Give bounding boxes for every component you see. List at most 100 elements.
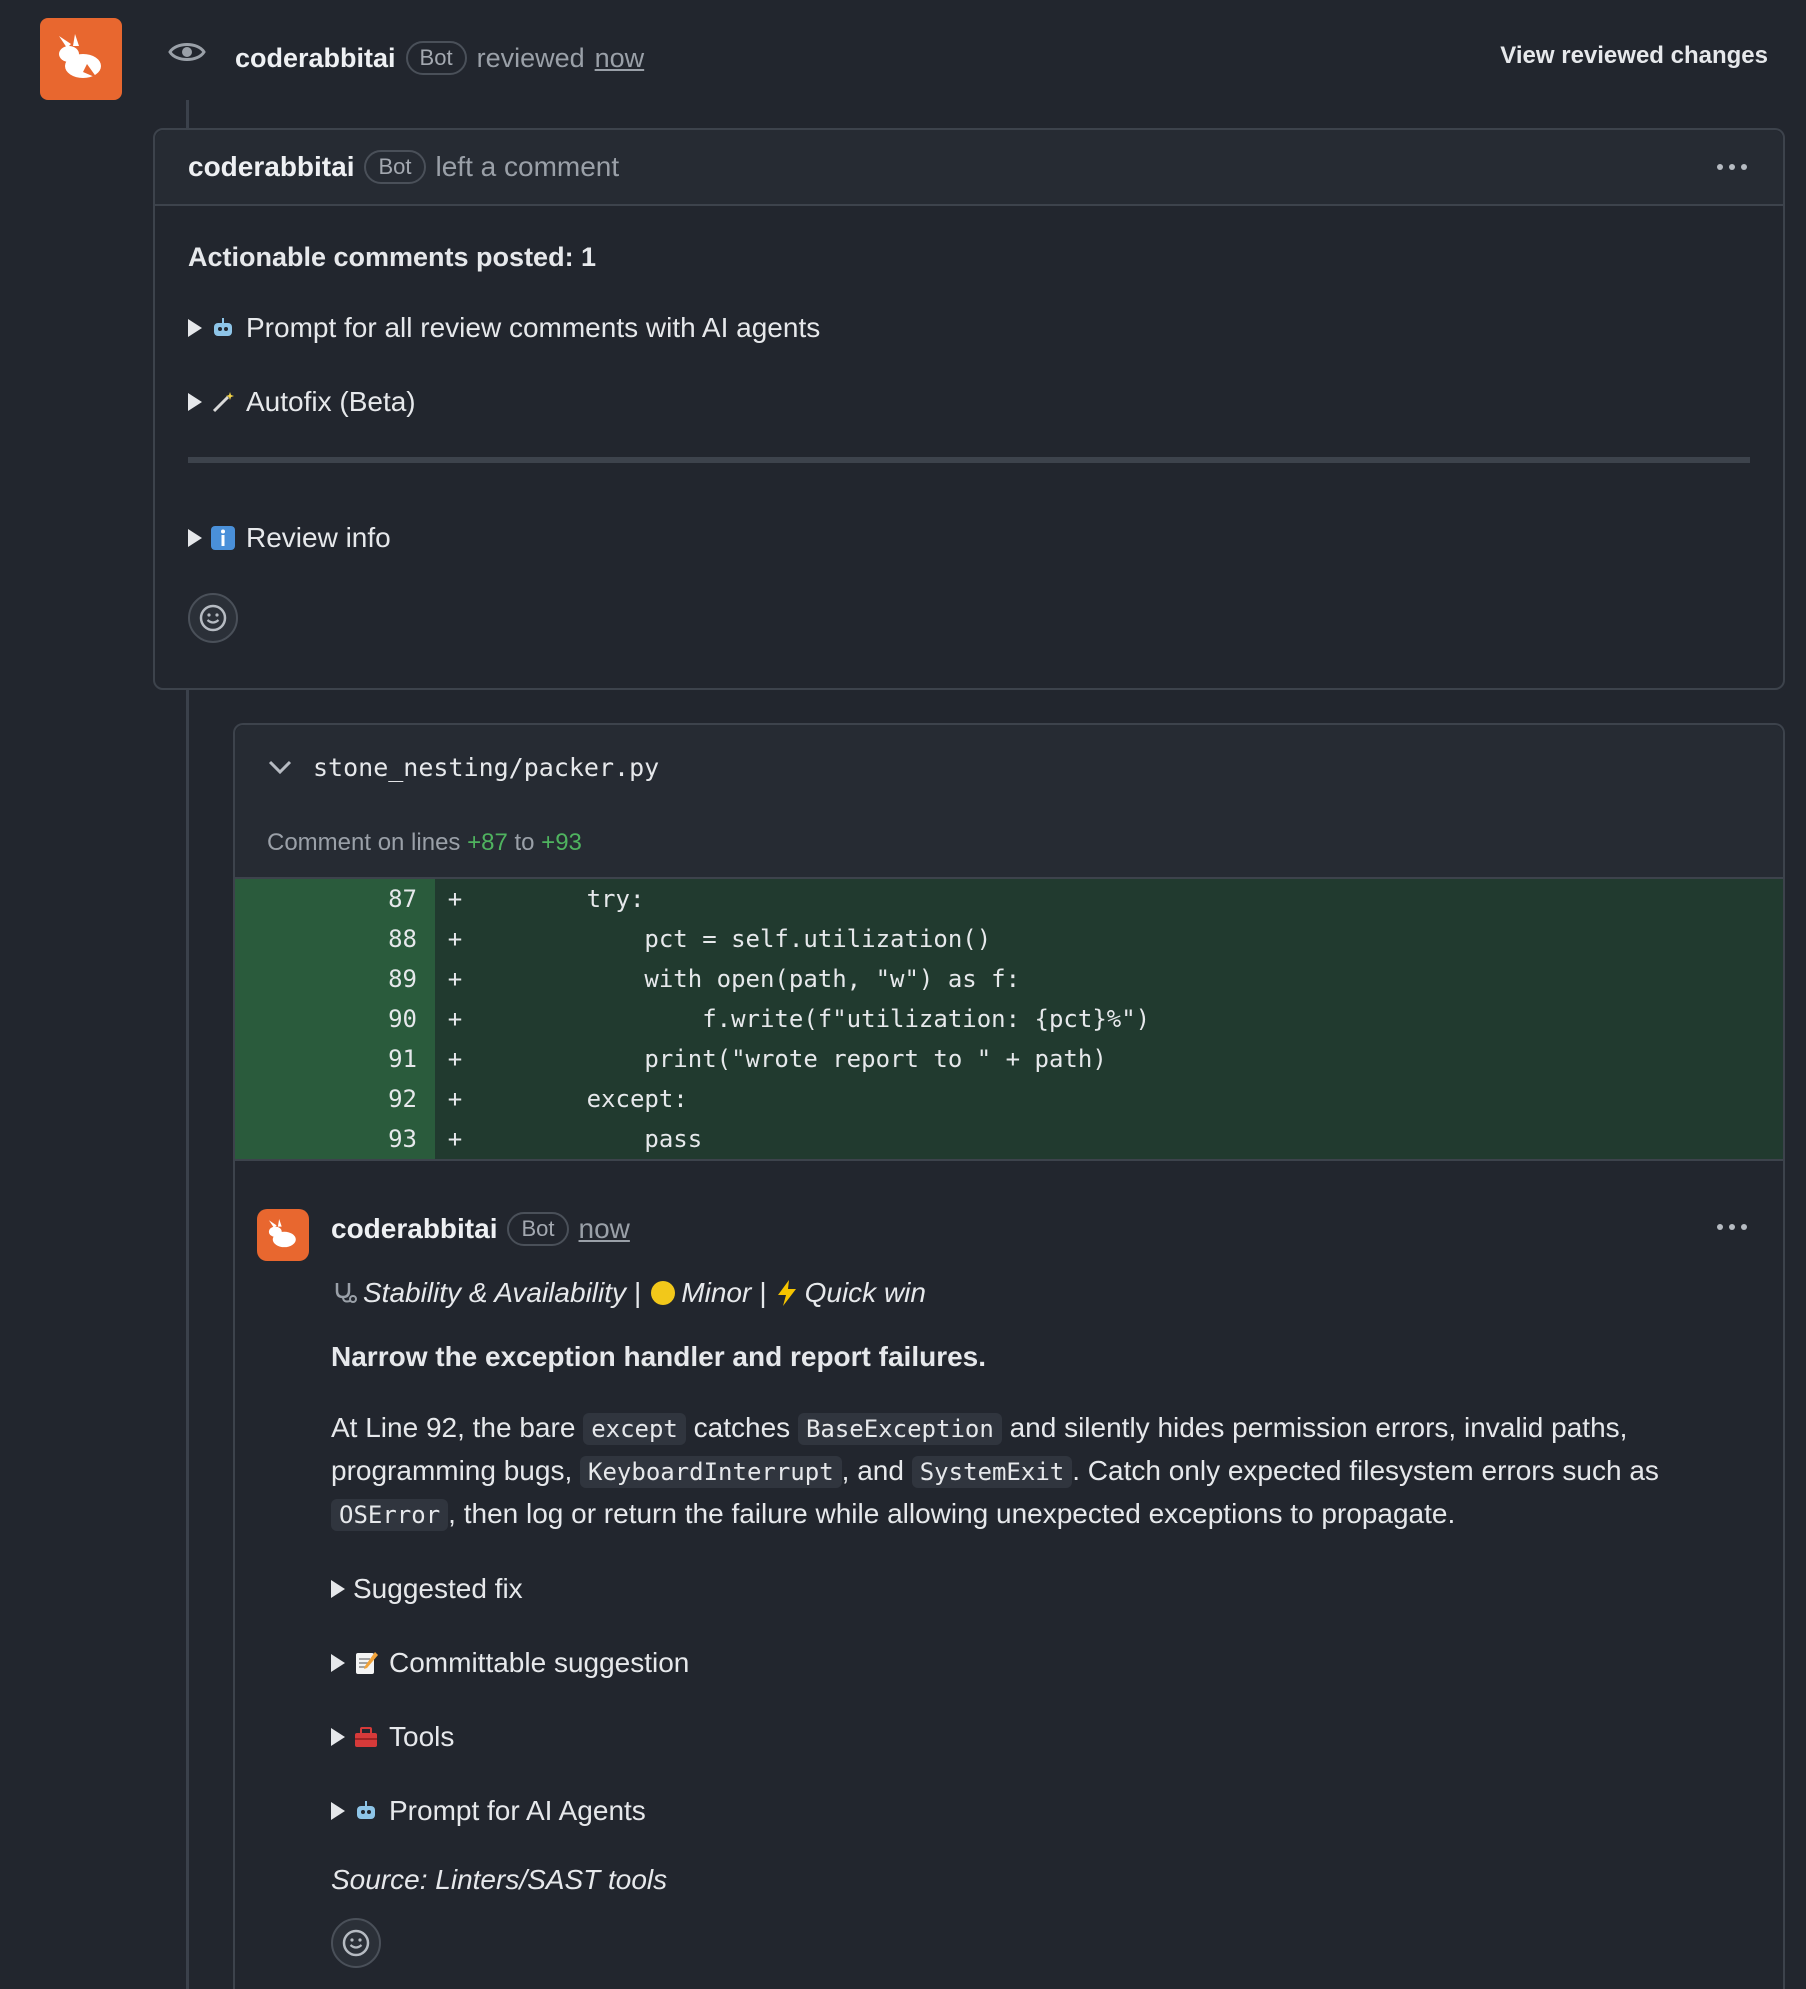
comment-time[interactable]: now (579, 1213, 630, 1245)
details-label: Prompt for all review comments with AI a… (246, 312, 821, 343)
coderabbit-avatar[interactable] (257, 1209, 309, 1261)
comment-action: left a comment (435, 151, 620, 182)
tag-separator: | (759, 1277, 767, 1308)
diff-code: pass (471, 1125, 703, 1153)
inline-review-comment: coderabbitai Bot now Stability & Availab… (235, 1161, 1783, 1968)
comment-header: coderabbitai Bot left a comment (155, 130, 1783, 206)
details-tools[interactable]: Tools (331, 1718, 1783, 1756)
disclosure-triangle-icon (188, 393, 202, 411)
disclosure-triangle-icon (331, 1580, 345, 1598)
file-header: stone_nesting/packer.py (235, 725, 1783, 809)
smiley-icon (199, 604, 227, 632)
disclosure-triangle-icon (331, 1654, 345, 1672)
kebab-menu-icon[interactable] (1717, 164, 1747, 170)
add-reaction-button[interactable] (188, 593, 238, 643)
details-label: Committable suggestion (389, 1647, 690, 1678)
diff-code: print("wrote report to " + path) (471, 1045, 1107, 1073)
comment-author[interactable]: coderabbitai (331, 1213, 497, 1245)
comment-tags: Stability & Availability | Minor | Quick… (331, 1273, 1783, 1313)
comment-details-list: Suggested fix Committable suggestion Too… (331, 1570, 1783, 1830)
comment-source: Source: Linters/SAST tools (331, 1864, 668, 1895)
details-suggested-fix[interactable]: Suggested fix (331, 1570, 1783, 1608)
line-number[interactable]: 90 (235, 999, 435, 1039)
body-text: . Catch only expected filesystem errors … (1072, 1455, 1659, 1486)
diff-line: 89 + with open(path, "w") as f: (235, 959, 1783, 999)
coderabbit-avatar[interactable] (40, 18, 122, 100)
chevron-down-icon[interactable] (267, 759, 293, 775)
inline-code: KeyboardInterrupt (580, 1456, 842, 1488)
file-review-thread: stone_nesting/packer.py Comment on lines… (233, 723, 1785, 1989)
details-prompt-ai-agents[interactable]: Prompt for AI Agents (331, 1792, 1783, 1830)
review-header: coderabbitai Bot reviewed now (235, 36, 644, 80)
bot-badge: Bot (507, 1212, 569, 1246)
body-text: catches (685, 1412, 798, 1443)
kebab-menu-icon[interactable] (1717, 1224, 1747, 1230)
review-author[interactable]: coderabbitai (235, 43, 396, 74)
stethoscope-icon (335, 1283, 357, 1303)
diff-code: try: (471, 885, 645, 913)
details-committable-suggestion[interactable]: Committable suggestion (331, 1644, 1783, 1682)
details-autofix[interactable]: Autofix (Beta) (188, 383, 1750, 421)
body-text: , then log or return the failure while a… (448, 1498, 1456, 1529)
body-text: At Line 92, the bare (331, 1412, 584, 1443)
view-reviewed-changes-link[interactable]: View reviewed changes (1500, 42, 1768, 70)
diff-code: f.write(f"utilization: {pct}%") (471, 1005, 1151, 1033)
tag-separator: | (634, 1277, 642, 1308)
line-number[interactable]: 89 (235, 959, 435, 999)
comment-header: coderabbitai Bot now (331, 1207, 1783, 1251)
memo-icon (353, 1650, 379, 1676)
disclosure-triangle-icon (331, 1728, 345, 1746)
body-text: , and (841, 1455, 912, 1486)
details-label: Prompt for AI Agents (389, 1795, 646, 1826)
diff-sign: + (447, 885, 463, 913)
inline-code: SystemExit (911, 1456, 1073, 1488)
diff-line: 87 + try: (235, 879, 1783, 919)
robot-icon (210, 315, 236, 341)
diff-sign: + (447, 1005, 463, 1033)
comment-line-range: Comment on lines +87 to +93 (235, 809, 1783, 879)
line-start[interactable]: +87 (467, 829, 508, 857)
tag-category: Stability & Availability (363, 1277, 627, 1308)
yellow-circle-icon (651, 1281, 676, 1305)
inline-code: except (583, 1413, 686, 1445)
review-action: reviewed (476, 42, 585, 73)
diff-sign: + (447, 1045, 463, 1073)
toolbox-icon (353, 1724, 379, 1750)
comment-body: At Line 92, the bare except catches Base… (331, 1407, 1751, 1536)
line-number[interactable]: 87 (235, 879, 435, 919)
rabbit-icon (268, 1219, 296, 1248)
details-label: Suggested fix (353, 1573, 523, 1604)
details-review-info[interactable]: Review info (188, 519, 1750, 557)
diff-sign: + (447, 925, 463, 953)
line-number[interactable]: 92 (235, 1079, 435, 1119)
comment-to: to (514, 829, 535, 856)
divider (188, 457, 1750, 463)
review-time[interactable]: now (595, 43, 645, 74)
tag-severity: Minor (681, 1277, 752, 1308)
add-reaction-button[interactable] (331, 1918, 381, 1968)
diff-code: with open(path, "w") as f: (471, 965, 1021, 993)
diff-line: 91 + print("wrote report to " + path) (235, 1039, 1783, 1079)
file-path[interactable]: stone_nesting/packer.py (313, 753, 659, 782)
review-summary-comment: coderabbitai Bot left a comment Actionab… (153, 128, 1785, 690)
disclosure-triangle-icon (331, 1802, 345, 1820)
diff-line: 88 + pct = self.utilization() (235, 919, 1783, 959)
line-end[interactable]: +93 (541, 829, 582, 857)
comment-author[interactable]: coderabbitai (188, 151, 354, 183)
line-number[interactable]: 88 (235, 919, 435, 959)
diff-line: 90 + f.write(f"utilization: {pct}%") (235, 999, 1783, 1039)
eye-icon (168, 43, 206, 61)
diff-sign: + (447, 965, 463, 993)
tag-effort: Quick win (804, 1277, 926, 1308)
details-label: Autofix (Beta) (246, 386, 416, 417)
diff-sign: + (447, 1125, 463, 1153)
details-prompt-all[interactable]: Prompt for all review comments with AI a… (188, 309, 1750, 347)
details-label: Tools (389, 1721, 455, 1752)
line-number[interactable]: 93 (235, 1119, 435, 1159)
diff-line: 93 + pass (235, 1119, 1783, 1159)
diff-hunk: 87 + try: 88 + pct = self.utilization() … (235, 879, 1783, 1159)
line-number[interactable]: 91 (235, 1039, 435, 1079)
disclosure-triangle-icon (188, 529, 202, 547)
details-label: Review info (246, 522, 391, 553)
info-icon (210, 525, 236, 551)
